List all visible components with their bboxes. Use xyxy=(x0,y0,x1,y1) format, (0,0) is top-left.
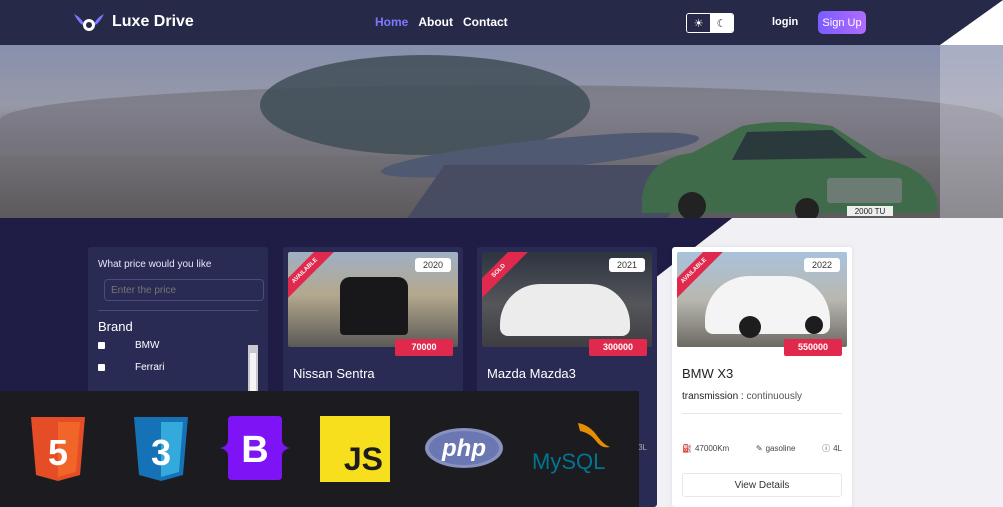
green-car-image: 2000 TU xyxy=(642,122,937,218)
sun-icon[interactable]: ☀ xyxy=(687,14,710,32)
car-card[interactable]: AVAILABLE 2022 550000 BMW X3 transmissio… xyxy=(672,247,852,507)
brand-scrollbar[interactable] xyxy=(248,345,258,395)
checkbox[interactable] xyxy=(98,342,105,349)
php-logo-icon: php xyxy=(424,427,504,469)
divider xyxy=(682,413,842,414)
mysql-label: MySQL xyxy=(532,449,605,474)
fuel-spec: ✎ gasoline xyxy=(756,443,796,454)
html5-number: 5 xyxy=(48,432,68,473)
price-badge: 550000 xyxy=(784,339,842,356)
divider xyxy=(98,310,258,311)
engine-spec: ⓘ 4L xyxy=(822,443,842,454)
year-badge: 2021 xyxy=(609,258,645,272)
view-details-button[interactable]: View Details xyxy=(682,473,842,497)
brand-label: Ferrari xyxy=(135,362,165,373)
hero-banner: 2000 TU xyxy=(0,45,1003,218)
brand-heading: Brand xyxy=(98,319,133,334)
html5-logo-icon: 5 xyxy=(27,415,89,483)
css3-number: 3 xyxy=(151,432,171,473)
tech-stack-banner: 5 3 B JS php MySQL xyxy=(0,391,639,507)
nav-link-about[interactable]: About xyxy=(418,15,453,29)
car-photo: AVAILABLE 2022 xyxy=(677,252,847,347)
wheel-shape xyxy=(805,316,823,334)
brand-option-bmw[interactable]: BMW xyxy=(98,340,258,351)
css3-logo-icon: 3 xyxy=(130,415,192,483)
info-icon: ⓘ xyxy=(822,444,831,453)
theme-toggle[interactable]: ☀ ☾ xyxy=(686,13,734,33)
moon-icon[interactable]: ☾ xyxy=(710,14,733,32)
mileage-spec: ⛽ 47000Km xyxy=(682,443,729,454)
price-input[interactable] xyxy=(104,279,264,301)
checkbox[interactable] xyxy=(98,364,105,371)
bootstrap-logo-icon: B xyxy=(216,416,294,480)
transmission-label: transmission : xyxy=(682,391,744,402)
js-label: JS xyxy=(343,441,383,477)
navbar: Luxe Drive Home About Contact ☀ ☾ login … xyxy=(0,0,1003,45)
year-badge: 2020 xyxy=(415,258,451,272)
car-name: Nissan Sentra xyxy=(293,366,375,381)
javascript-logo-icon: JS xyxy=(320,416,390,482)
winged-wheel-icon xyxy=(74,14,104,31)
price-badge: 70000 xyxy=(395,339,453,356)
car-name: BMW X3 xyxy=(682,366,734,381)
price-badge: 300000 xyxy=(589,339,647,356)
filter-panel: What price would you like Brand BMW Ferr… xyxy=(88,247,268,397)
transmission-info: transmission : continuously xyxy=(682,391,802,402)
year-badge: 2022 xyxy=(804,258,840,272)
signup-button[interactable]: Sign Up xyxy=(818,11,866,34)
diagonal-light xyxy=(940,45,1003,218)
spec-row: ⛽ 47000Km ✎ gasoline ⓘ 4L xyxy=(682,443,842,454)
svg-text:2000 TU: 2000 TU xyxy=(855,207,886,216)
brush-icon: ✎ xyxy=(755,444,763,453)
nav-link-home[interactable]: Home xyxy=(375,15,408,29)
car-name: Mazda Mazda3 xyxy=(487,366,576,381)
fuel-pump-icon: ⛽ xyxy=(682,444,692,453)
brand-name: Luxe Drive xyxy=(112,13,194,30)
login-link[interactable]: login xyxy=(772,16,798,28)
price-question: What price would you like xyxy=(98,259,212,270)
mysql-logo-icon: MySQL xyxy=(530,419,616,479)
engine-spec: 3L xyxy=(638,443,647,452)
bootstrap-letter: B xyxy=(241,429,268,471)
nav-link-contact[interactable]: Contact xyxy=(463,15,508,29)
black-van-shape xyxy=(340,277,408,335)
car-photo: AVAILABLE 2020 xyxy=(288,252,458,347)
white-car-shape xyxy=(500,284,630,336)
wheel-shape xyxy=(739,316,761,338)
scroll-thumb[interactable] xyxy=(250,353,256,395)
car-photo: SOLD 2021 xyxy=(482,252,652,347)
brand-option-ferrari[interactable]: Ferrari xyxy=(98,362,258,373)
nav-links: Home About Contact xyxy=(375,15,508,29)
brand-logo[interactable]: Luxe Drive xyxy=(72,10,194,34)
engine-value: 4L xyxy=(833,444,842,453)
transmission-value: continuously xyxy=(746,391,803,402)
fuel-value: gasoline xyxy=(765,444,796,453)
brand-label: BMW xyxy=(135,340,160,351)
status-ribbon: AVAILABLE xyxy=(288,252,335,301)
mileage-value: 47000Km xyxy=(694,444,730,453)
php-label: php xyxy=(441,435,486,462)
